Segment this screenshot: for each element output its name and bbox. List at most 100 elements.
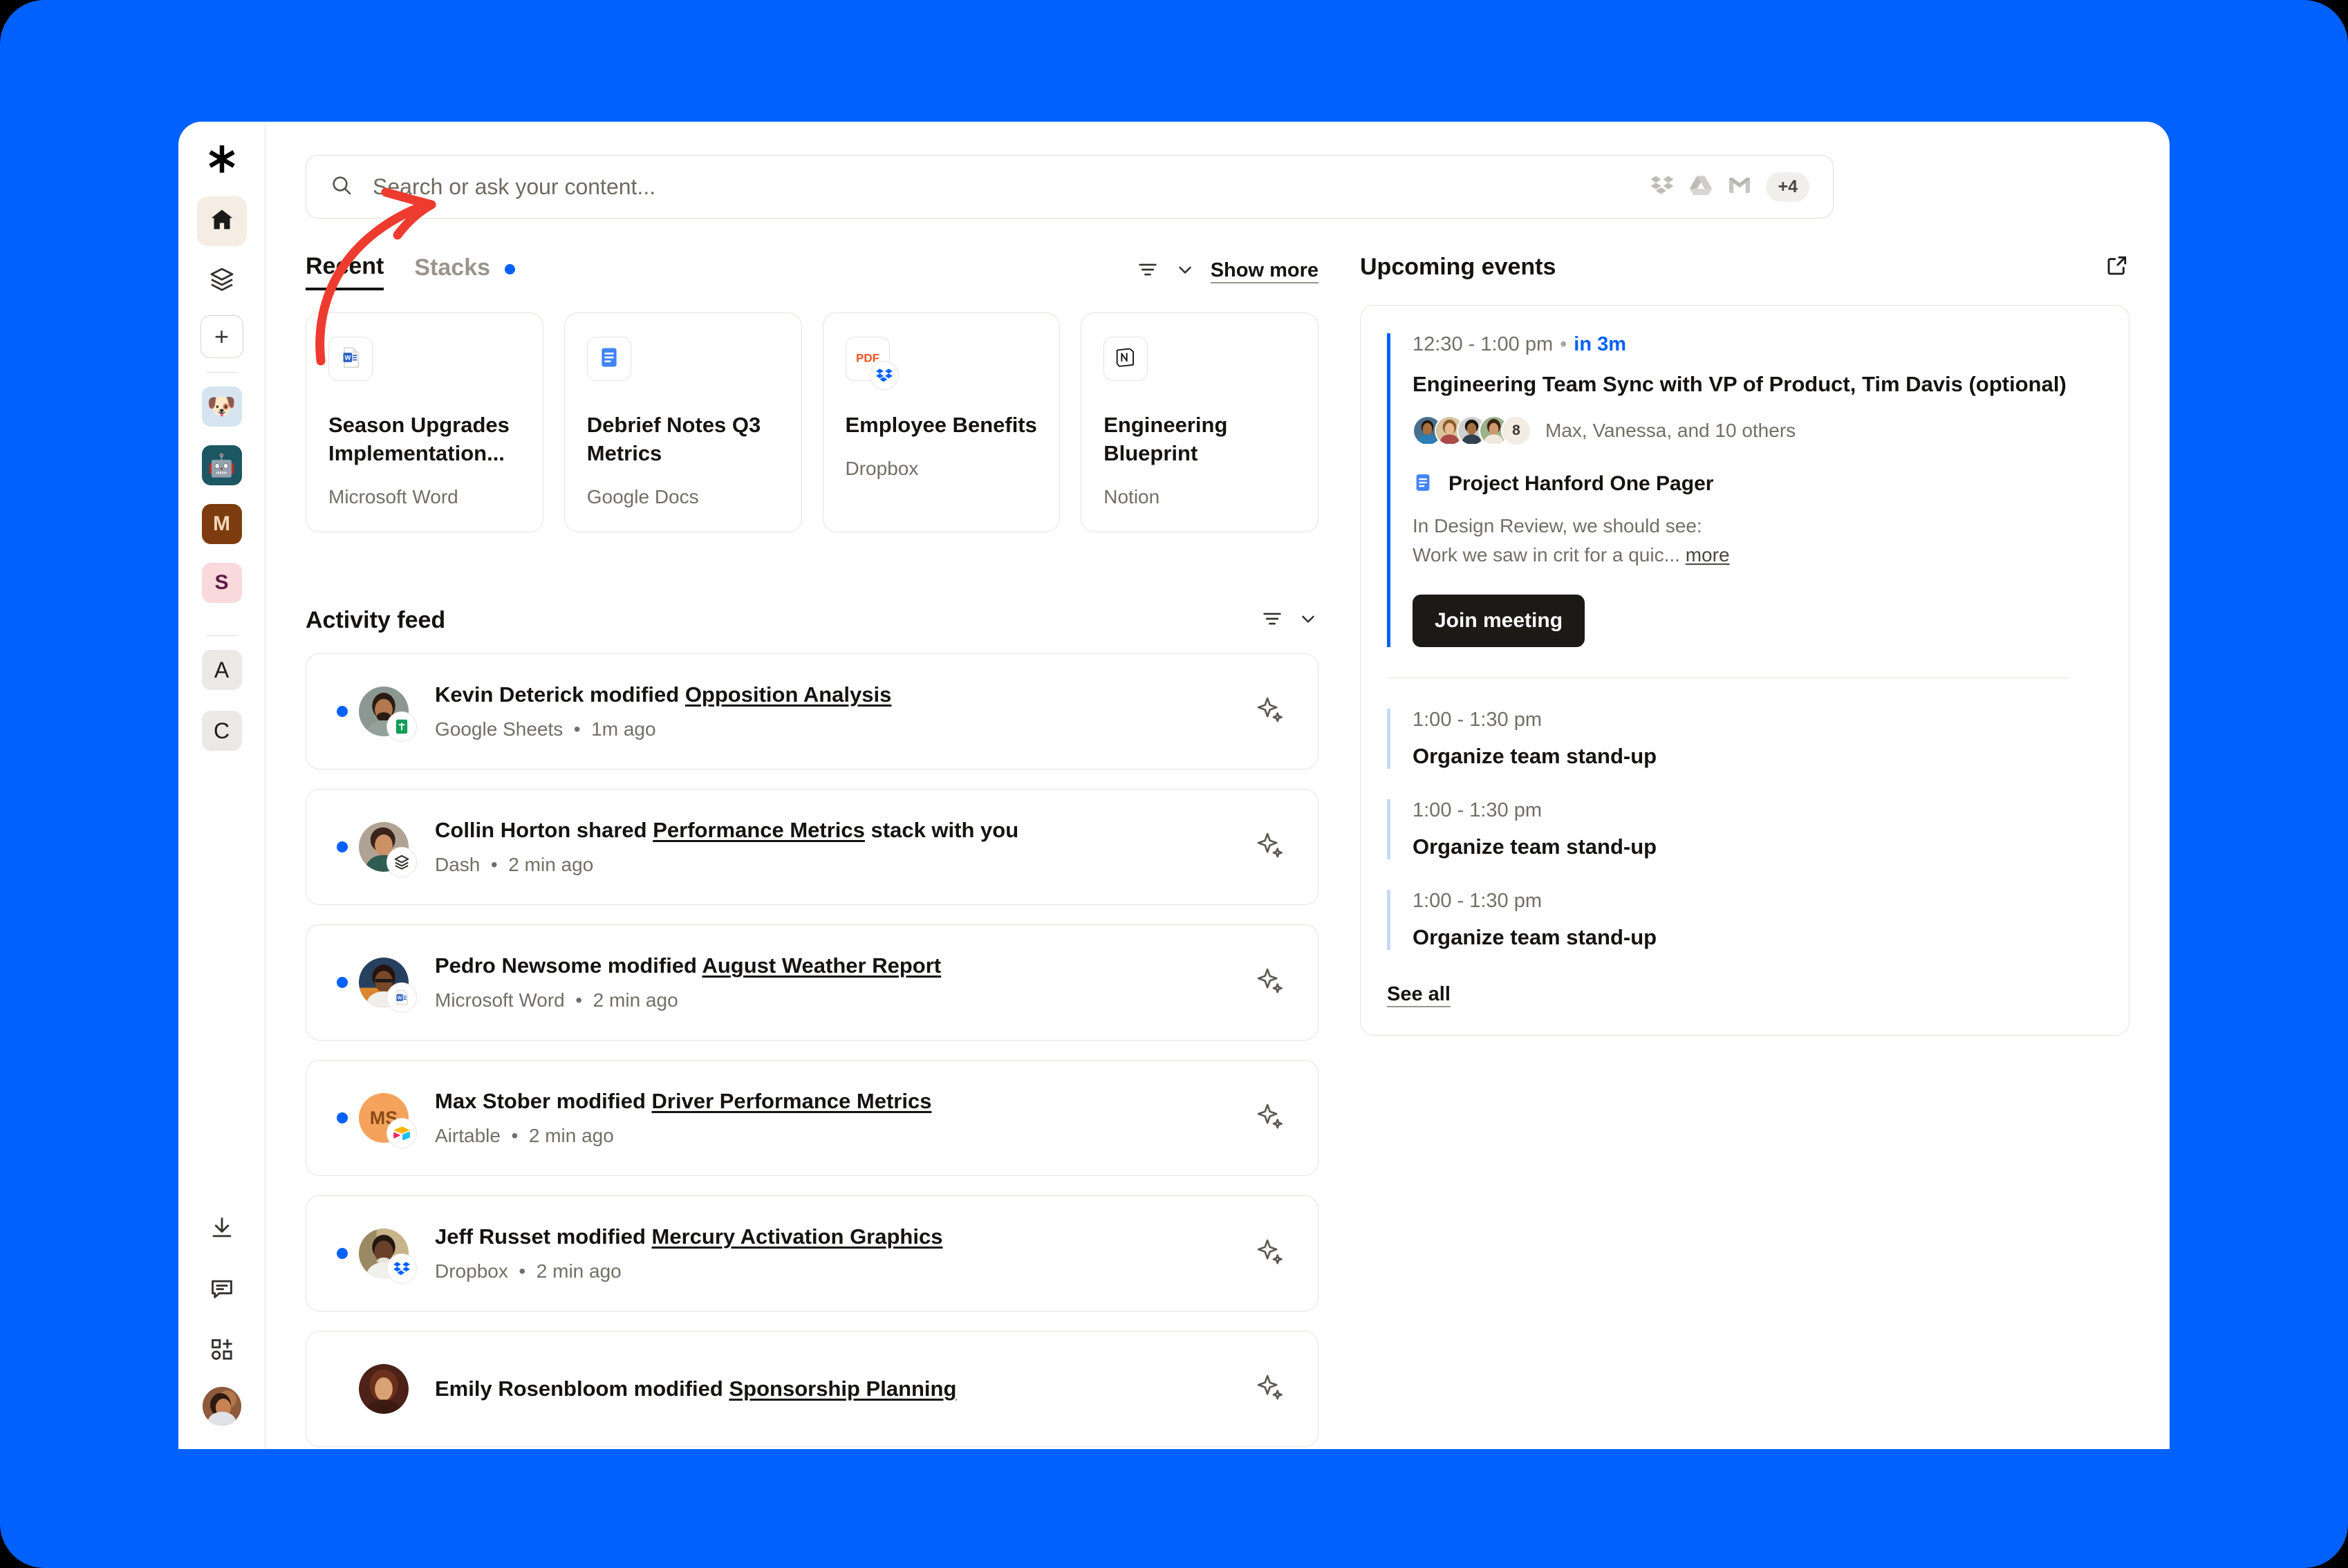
recent-card-title: Engineering Blueprint (1103, 413, 1228, 465)
dropbox-icon[interactable] (1650, 173, 1675, 201)
open-external-icon[interactable] (2105, 253, 2130, 281)
activity-row[interactable]: Jeff Russet modified Mercury Activation … (306, 1195, 1319, 1312)
chevron-down-icon[interactable] (1298, 608, 1319, 633)
gmail-icon[interactable] (1727, 173, 1752, 201)
featured-event-time: 12:30 - 1:00 pm • in 3m (1413, 333, 1627, 355)
event-time: 1:00 - 1:30 pm (1413, 889, 1542, 912)
download-button[interactable] (197, 1204, 247, 1254)
svg-text:W: W (398, 996, 402, 1000)
activity-row-body: Max Stober modified Driver Performance M… (435, 1089, 1254, 1147)
event-list-item[interactable]: 1:00 - 1:30 pm Organize team stand-up (1387, 708, 2100, 769)
recent-card-source: Microsoft Word (328, 485, 458, 507)
sparkle-ai-icon[interactable] (1254, 694, 1286, 729)
event-list-item[interactable]: 1:00 - 1:30 pm Organize team stand-up (1387, 799, 2100, 859)
integrations-button[interactable] (197, 1326, 247, 1376)
event-title: Organize team stand-up (1413, 924, 1657, 949)
file-icon-wrapper (1103, 337, 1148, 381)
sparkle-ai-icon[interactable] (1254, 965, 1286, 1000)
activity-row[interactable]: Collin Horton shared Performance Metrics… (306, 789, 1319, 905)
primary-column: Recent Stacks Show more W Season Upgrade… (306, 253, 1319, 1447)
search-input[interactable] (373, 174, 1650, 200)
sidebar-item-stacks[interactable] (197, 256, 247, 306)
tab-recent[interactable]: Recent (306, 253, 384, 290)
activity-row[interactable]: MS Max Stober modified Driver Performanc… (306, 1060, 1319, 1176)
activity-target-link[interactable]: Opposition Analysis (685, 682, 892, 707)
activity-target-link[interactable]: Sponsorship Planning (729, 1376, 956, 1401)
show-more-button[interactable]: Show more (1210, 259, 1319, 283)
sparkle-ai-icon[interactable] (1254, 1236, 1286, 1271)
activity-row-text: Kevin Deterick modified Opposition Analy… (435, 682, 892, 707)
attendee-avatars: 8 (1413, 415, 1531, 446)
recent-card-title: Season Upgrades Implementation... (328, 413, 510, 465)
activity-target-link[interactable]: Performance Metrics (653, 818, 865, 842)
search-bar[interactable]: +4 (306, 155, 1834, 218)
activity-row-text: Collin Horton shared Performance Metrics… (435, 818, 1019, 842)
create-button[interactable]: + (200, 315, 243, 358)
google-drive-icon[interactable] (1688, 173, 1713, 201)
file-icon-wrapper: PDF (845, 337, 899, 390)
activity-row[interactable]: Emily Rosenbloom modified Sponsorship Pl… (306, 1331, 1319, 1447)
rail-app-robot[interactable]: 🤖 (201, 445, 242, 485)
rail-app-m[interactable]: M (201, 504, 242, 544)
recent-card[interactable]: Engineering Blueprint Notion (1081, 312, 1319, 532)
recent-toolbar: Show more (1136, 258, 1319, 290)
sparkle-ai-icon[interactable] (1254, 1372, 1286, 1407)
activity-target-link[interactable]: Mercury Activation Graphics (652, 1224, 943, 1249)
unread-indicator (337, 841, 348, 852)
activity-row-meta: Dropbox • 2 min ago (435, 1260, 622, 1282)
file-icon-wrapper: W (328, 337, 373, 381)
sparkle-ai-icon[interactable] (1254, 830, 1286, 865)
upcoming-events-card: 12:30 - 1:00 pm • in 3m Engineering Team S… (1360, 305, 2130, 1036)
activity-row[interactable]: Kevin Deterick modified Opposition Analy… (306, 653, 1319, 769)
recent-card-source: Dropbox (845, 457, 919, 479)
rail-tile-a[interactable]: A (201, 650, 242, 690)
event-list-item[interactable]: 1:00 - 1:30 pm Organize team stand-up (1387, 889, 2100, 950)
upcoming-events-header: Upcoming events (1360, 253, 2130, 281)
file-icon-wrapper (586, 337, 631, 381)
unread-indicator (337, 706, 348, 717)
join-meeting-button[interactable]: Join meeting (1413, 594, 1585, 647)
tab-stacks[interactable]: Stacks (414, 254, 516, 289)
rail-tile-c[interactable]: C (201, 711, 242, 751)
connected-apps-overflow-badge[interactable]: +4 (1766, 171, 1809, 202)
word-icon: W (386, 982, 417, 1013)
activity-row-body: Pedro Newsome modified August Weather Re… (435, 953, 1254, 1011)
recent-card[interactable]: W Season Upgrades Implementation... Micr… (306, 312, 543, 532)
secondary-column: Upcoming events 12:30 - 1:00 pm • in 3m En… (1360, 253, 2130, 1447)
featured-event[interactable]: 12:30 - 1:00 pm • in 3m Engineering Team S… (1387, 333, 2100, 647)
recent-card[interactable]: Debrief Notes Q3 Metrics Google Docs (563, 312, 802, 532)
chevron-down-icon[interactable] (1175, 259, 1195, 283)
sort-icon[interactable] (1260, 607, 1284, 634)
recent-card[interactable]: PDF Employee Benefits Dropbox (822, 312, 1061, 532)
activity-feed-header: Activity feed (306, 607, 1319, 634)
rail-app-s[interactable]: S (201, 563, 242, 603)
google-docs-icon (1413, 472, 1433, 496)
event-time: 1:00 - 1:30 pm (1413, 708, 1542, 731)
sparkle-ai-icon[interactable] (1254, 1101, 1286, 1136)
see-all-events-link[interactable]: See all (1387, 983, 1451, 1007)
featured-event-title: Engineering Team Sync with VP of Product… (1413, 372, 2067, 396)
sidebar-item-home[interactable] (196, 196, 247, 246)
feedback-button[interactable] (197, 1265, 247, 1315)
unread-indicator (337, 977, 348, 988)
unread-indicator (337, 1112, 348, 1123)
rail-app-dog[interactable]: 🐶 (201, 386, 242, 427)
actor-avatar-wrapper: MS (359, 1093, 417, 1148)
search-icon (330, 174, 353, 200)
activity-target-link[interactable]: August Weather Report (702, 953, 941, 978)
notion-icon (1114, 346, 1137, 373)
event-title: Organize team stand-up (1413, 743, 1657, 768)
sort-icon[interactable] (1136, 258, 1159, 285)
avatar[interactable] (202, 1387, 241, 1426)
activity-row[interactable]: W Pedro Newsome modified August Weather … (306, 924, 1319, 1040)
download-icon (209, 1215, 235, 1244)
read-more-link[interactable]: more (1686, 544, 1730, 566)
svg-text:PDF: PDF (856, 351, 879, 364)
recent-card-source: Notion (1103, 485, 1160, 507)
activity-target-link[interactable]: Driver Performance Metrics (652, 1089, 932, 1113)
dropbox-asterisk-logo[interactable] (200, 137, 244, 181)
featured-event-document[interactable]: Project Hanford One Pager (1413, 472, 2100, 496)
activity-row-body: Jeff Russet modified Mercury Activation … (435, 1224, 1254, 1282)
recent-card-title: Debrief Notes Q3 Metrics (586, 413, 761, 465)
activity-feed-title: Activity feed (306, 607, 446, 633)
